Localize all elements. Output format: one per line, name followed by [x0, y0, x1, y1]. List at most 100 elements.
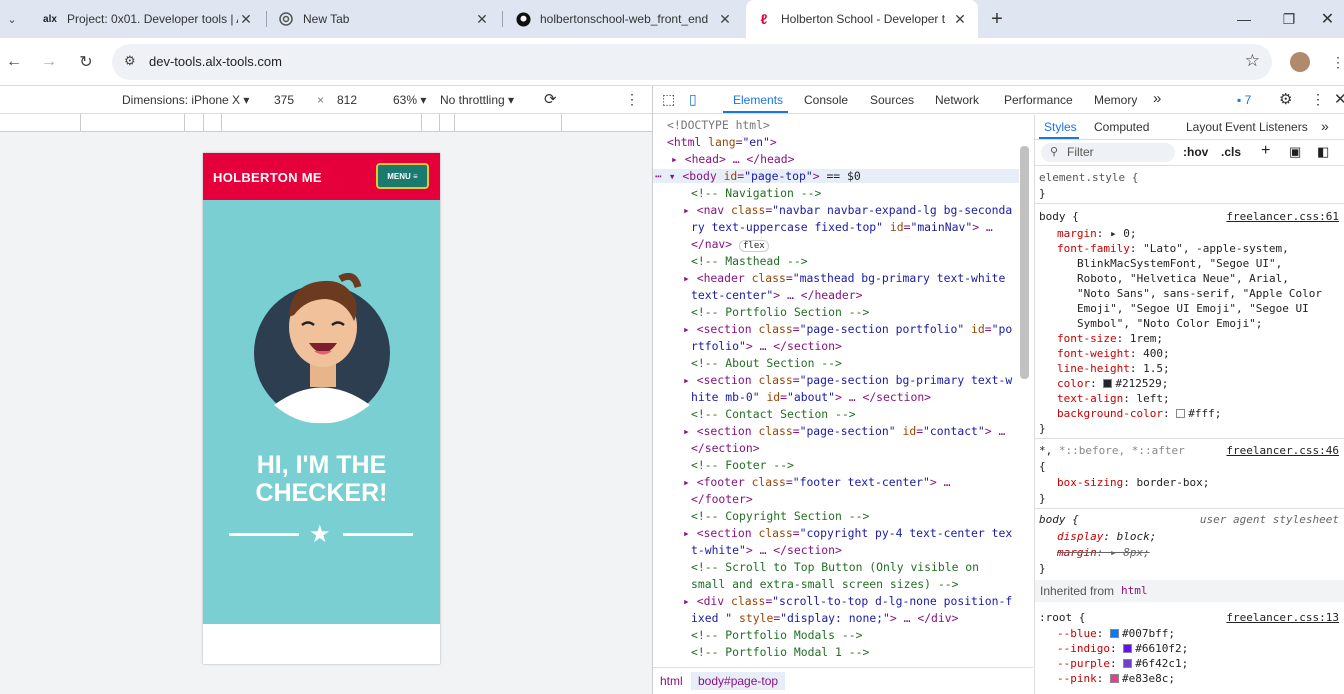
head-node[interactable]: ▸ <head> … </head>	[671, 152, 1033, 166]
site-brand[interactable]: HOLBERTON ME	[213, 170, 322, 185]
zoom-select[interactable]: 63% ▾	[393, 93, 426, 107]
color-swatch[interactable]	[1176, 409, 1186, 418]
device-dimensions-select[interactable]: Dimensions: iPhone X ▾	[122, 93, 249, 107]
cls-button[interactable]: .cls	[1221, 145, 1241, 159]
breadcrumb-html[interactable]: html	[660, 674, 683, 688]
close-tab-icon[interactable]: ✕	[952, 11, 968, 28]
source-link[interactable]: freelancer.css:13	[1226, 611, 1339, 624]
comment-node[interactable]: <!-- About Section -->	[691, 356, 1033, 370]
doctype-node[interactable]: <!DOCTYPE html>	[667, 118, 1033, 132]
close-window-icon[interactable]: ✕	[1311, 0, 1344, 38]
color-swatch[interactable]	[1110, 629, 1119, 638]
elements-scrollbar[interactable]	[1020, 146, 1029, 379]
omnibox[interactable]: ⚙ dev-tools.alx-tools.com ☆	[112, 44, 1272, 80]
emulated-page: HOLBERTON ME MENU ≡ HI, I'M THE CHECKER! …	[203, 153, 440, 664]
section-node[interactable]: ▸ <section class="copyright py-4 text-ce…	[683, 526, 1033, 540]
close-tab-icon[interactable]: ✕	[474, 11, 490, 28]
nav-node[interactable]: ▸ <nav class="navbar navbar-expand-lg bg…	[683, 203, 1033, 217]
footer-node[interactable]: ▸ <footer class="footer text-center"> …	[683, 475, 1033, 489]
tab-elements[interactable]: Elements	[733, 93, 783, 107]
more-tabs-icon[interactable]: »	[1153, 90, 1161, 107]
tab-memory[interactable]: Memory	[1094, 93, 1137, 107]
comment-node[interactable]: <!-- Navigation -->	[691, 186, 1033, 200]
reload-icon[interactable]: ↻	[74, 50, 98, 74]
close-tab-icon[interactable]: ✕	[717, 11, 733, 28]
inherited-from-link[interactable]: html	[1121, 584, 1148, 597]
comment-node[interactable]: <!-- Masthead -->	[691, 254, 1033, 268]
tab-github[interactable]: holbertonschool-web_front_end ✕	[505, 0, 743, 38]
comment-node[interactable]: <!-- Contact Section -->	[691, 407, 1033, 421]
minimize-icon[interactable]: —	[1221, 0, 1267, 38]
tab-layout[interactable]: Layout	[1186, 120, 1222, 134]
device-toolbar: Dimensions: iPhone X ▾ 375 × 812 63% ▾ N…	[0, 86, 652, 114]
device-toggle-icon[interactable]: ▯	[689, 91, 697, 108]
throttling-select[interactable]: No throttling ▾	[440, 93, 514, 107]
more-options-icon[interactable]: ⋮	[625, 91, 639, 108]
tab-console[interactable]: Console	[804, 93, 848, 107]
site-info-icon[interactable]: ⚙	[124, 53, 136, 69]
menu-button[interactable]: MENU ≡	[376, 163, 429, 189]
new-tab-button[interactable]: +	[974, 0, 1020, 38]
root-rule[interactable]: :root {	[1039, 611, 1085, 624]
close-devtools-icon[interactable]: ✕	[1334, 90, 1344, 108]
comment-node[interactable]: <!-- Portfolio Section -->	[691, 305, 1033, 319]
settings-gear-icon[interactable]: ⚙	[1279, 90, 1292, 108]
device-width-input[interactable]: 375	[274, 93, 294, 107]
section-node[interactable]: ▸ <section class="page-section bg-primar…	[683, 373, 1033, 387]
close-tab-icon[interactable]: ✕	[238, 11, 254, 28]
more-tabs-icon[interactable]: »	[1321, 118, 1329, 134]
color-swatch[interactable]	[1110, 674, 1119, 683]
source-link[interactable]: freelancer.css:46	[1226, 444, 1339, 457]
menu-dots-icon[interactable]: ⋮	[1326, 50, 1344, 74]
tab-styles[interactable]: Styles	[1044, 120, 1077, 134]
tab-title: Project: 0x01. Developer tools | A	[67, 12, 238, 26]
body-rule[interactable]: body {	[1039, 210, 1079, 223]
tab-event-listeners[interactable]: Event Listeners	[1225, 120, 1308, 134]
section-node[interactable]: ▸ <section class="page-section portfolio…	[683, 322, 1033, 336]
inspect-element-icon[interactable]: ⬚	[662, 91, 675, 108]
tab-computed[interactable]: Computed	[1094, 120, 1149, 134]
new-rule-icon[interactable]: +	[1261, 142, 1270, 160]
element-style-rule[interactable]: element.style {	[1039, 171, 1138, 184]
tab-project[interactable]: alx Project: 0x01. Developer tools | A ✕	[32, 0, 264, 38]
universal-rule[interactable]: *, *::before, *::after	[1039, 444, 1185, 457]
html-node[interactable]: <html lang="en">	[667, 135, 1033, 149]
tab-performance[interactable]: Performance	[1004, 93, 1073, 107]
rotate-icon[interactable]: ⟳	[544, 90, 557, 108]
filter-input[interactable]: ⚲ Filter	[1041, 143, 1175, 162]
header-node[interactable]: ▸ <header class="masthead bg-primary tex…	[683, 271, 1033, 285]
body-node-selected[interactable]: ⋯ ▾ <body id="page-top"> == $0	[653, 169, 1019, 183]
issues-badge[interactable]: ▪ 7	[1237, 93, 1251, 107]
comment-node[interactable]: <!-- Portfolio Modals -->	[691, 628, 1033, 642]
comment-node[interactable]: <!-- Copyright Section -->	[691, 509, 1033, 523]
devtools-menu-icon[interactable]: ⋮	[1311, 91, 1325, 108]
comment-node[interactable]: <!-- Portfolio Modal 1 -->	[691, 645, 1033, 659]
restore-icon[interactable]: ❐	[1266, 0, 1312, 38]
tab-holberton[interactable]: ℓ Holberton School - Developer t ✕	[746, 0, 978, 38]
tab-new-tab[interactable]: New Tab ✕	[268, 0, 500, 38]
tab-network[interactable]: Network	[935, 93, 979, 107]
avatar[interactable]	[1290, 52, 1310, 72]
hov-button[interactable]: :hov	[1183, 145, 1208, 159]
paint-icon[interactable]: ▣	[1289, 144, 1301, 160]
tab-search-icon[interactable]: ⌄	[0, 7, 24, 31]
chrome-icon	[278, 11, 294, 27]
alx-logo-icon: alx	[43, 13, 57, 25]
tab-sources[interactable]: Sources	[870, 93, 914, 107]
comment-node[interactable]: <!-- Footer -->	[691, 458, 1033, 472]
bookmark-star-icon[interactable]: ☆	[1245, 51, 1260, 71]
device-height-input[interactable]: 812	[337, 93, 357, 107]
sidebar-toggle-icon[interactable]: ◧	[1317, 144, 1329, 160]
breadcrumb-body[interactable]: body#page-top	[691, 672, 786, 690]
color-swatch[interactable]	[1103, 379, 1113, 388]
back-icon[interactable]: ←	[2, 50, 26, 74]
color-swatch[interactable]	[1123, 644, 1133, 653]
div-node[interactable]: ▸ <div class="scroll-to-top d-lg-none po…	[683, 594, 1033, 608]
comment-node[interactable]: <!-- Scroll to Top Button (Only visible …	[691, 560, 1033, 574]
forward-icon[interactable]: →	[37, 50, 61, 74]
dom-tree[interactable]: <!DOCTYPE html> <html lang="en"> ▸ <head…	[653, 115, 1033, 667]
color-swatch[interactable]	[1123, 659, 1133, 668]
section-node[interactable]: ▸ <section class="page-section" id="cont…	[683, 424, 1033, 438]
ua-body-rule[interactable]: body {	[1039, 513, 1079, 526]
source-link[interactable]: freelancer.css:61	[1226, 210, 1339, 223]
